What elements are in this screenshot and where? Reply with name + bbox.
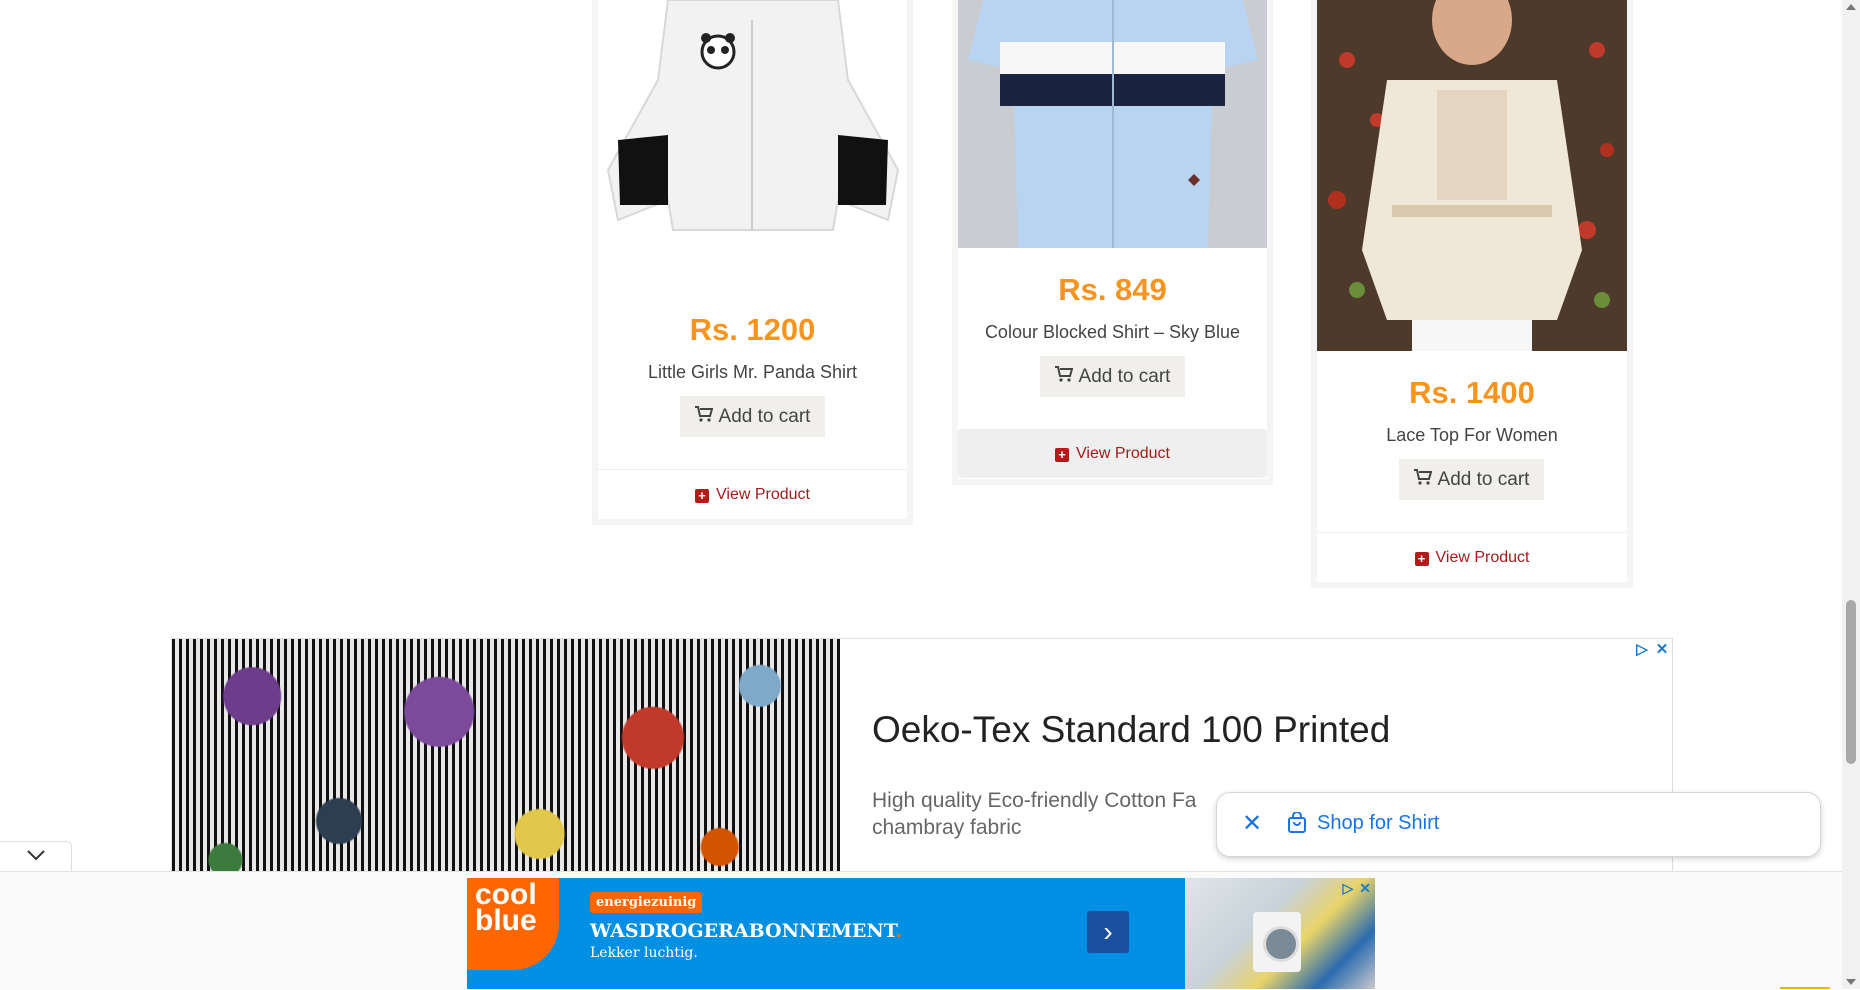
product-name[interactable]: Lace Top For Women (1317, 425, 1627, 446)
shop-popup: ✕ Shop for Shirt (1216, 792, 1821, 857)
close-icon[interactable]: ✕ (1239, 811, 1265, 837)
view-product-label: View Product (1076, 445, 1170, 462)
shopping-bag-icon (1287, 811, 1307, 839)
product-name[interactable]: Colour Blocked Shirt – Sky Blue (958, 322, 1267, 343)
product-card: Rs. 1400 Lace Top For Women Add to cart … (1311, 0, 1633, 588)
product-image[interactable] (598, 0, 907, 290)
lace-top-image (1317, 0, 1627, 351)
headline-dot: . (895, 920, 903, 942)
product-name[interactable]: Little Girls Mr. Panda Shirt (598, 362, 907, 383)
collapse-ad-button[interactable] (0, 841, 72, 872)
product-card: Rs. 849 Colour Blocked Shirt – Sky Blue … (952, 0, 1273, 485)
ad-title[interactable]: Oeko-Tex Standard 100 Printed (872, 709, 1390, 751)
coolblue-logo: cool blue (467, 878, 559, 970)
add-to-cart-button[interactable]: Add to cart (680, 396, 825, 437)
add-to-cart-label: Add to cart (718, 406, 811, 427)
cart-icon (694, 396, 713, 437)
ad-headline: WASDROGERABONNEMENT. (590, 920, 902, 942)
panda-shirt-image (606, 0, 900, 231)
washer-drum-shape (1263, 926, 1299, 962)
view-product-link[interactable]: + View Product (958, 429, 1267, 478)
shop-for-shirt-link[interactable]: Shop for Shirt (1317, 812, 1439, 835)
ad-close-icon[interactable]: ✕ (1359, 880, 1371, 897)
plus-square-icon: + (1055, 448, 1069, 462)
washer-photo: ▷ ✕ (1185, 878, 1375, 989)
ad-choices: ▷ ✕ (1634, 641, 1670, 658)
scroll-down-arrow-icon[interactable] (1846, 979, 1856, 985)
sky-blue-shirt-image (958, 0, 1267, 248)
product-card-body: Rs. 849 Colour Blocked Shirt – Sky Blue … (958, 0, 1267, 479)
logo-line2: blue (475, 904, 537, 937)
ad-choices: ▷ ✕ (1342, 880, 1371, 897)
add-to-cart-button[interactable]: Add to cart (1040, 356, 1185, 397)
cart-icon (1413, 459, 1432, 500)
product-card: Rs. 1200 Little Girls Mr. Panda Shirt Ad… (592, 0, 913, 525)
product-price: Rs. 1400 (1409, 375, 1535, 410)
plus-square-icon: + (695, 489, 709, 503)
adchoices-play-icon[interactable]: ▷ (1342, 880, 1353, 897)
product-image[interactable] (1317, 0, 1627, 351)
view-product-link[interactable]: + View Product (598, 469, 907, 519)
ad-description-line1: High quality Eco-friendly Cotton Fa (872, 789, 1197, 812)
ad-subline: Lekker luchtig. (590, 945, 698, 961)
add-to-cart-button[interactable]: Add to cart (1399, 459, 1544, 500)
coolblue-ad[interactable]: cool blue energiezuinig WASDROGERABONNEM… (467, 878, 1375, 989)
ad-close-icon[interactable]: ✕ (1654, 641, 1670, 658)
plus-square-icon: + (1414, 552, 1429, 566)
product-image[interactable] (958, 0, 1267, 248)
vertical-scrollbar[interactable] (1842, 0, 1860, 989)
chevron-down-icon (26, 848, 46, 866)
scrollbar-thumb[interactable] (1846, 600, 1856, 764)
product-price: Rs. 1200 (689, 312, 816, 347)
energy-badge: energiezuinig (590, 892, 703, 913)
add-to-cart-label: Add to cart (1078, 366, 1171, 387)
chevron-right-icon[interactable]: › (1087, 911, 1129, 953)
adchoices-play-icon[interactable]: ▷ (1634, 641, 1650, 658)
product-price: Rs. 849 (1058, 272, 1167, 307)
headline-text: WASDROGERABONNEMENT (590, 920, 896, 942)
scroll-up-arrow-icon[interactable] (1846, 4, 1856, 10)
view-product-link[interactable]: + View Product (1317, 532, 1627, 582)
cart-icon (1054, 356, 1073, 397)
view-product-label: View Product (1435, 549, 1530, 566)
add-to-cart-label: Add to cart (1437, 469, 1530, 490)
product-card-body: Rs. 1200 Little Girls Mr. Panda Shirt Ad… (598, 0, 907, 519)
product-card-body: Rs. 1400 Lace Top For Women Add to cart … (1317, 0, 1627, 582)
ad-fabric-image[interactable] (172, 639, 840, 899)
display-ad[interactable]: Oeko-Tex Standard 100 Printed High quali… (171, 638, 1673, 900)
view-product-label: View Product (716, 486, 810, 503)
ad-description-line2: chambray fabric (872, 816, 1022, 839)
